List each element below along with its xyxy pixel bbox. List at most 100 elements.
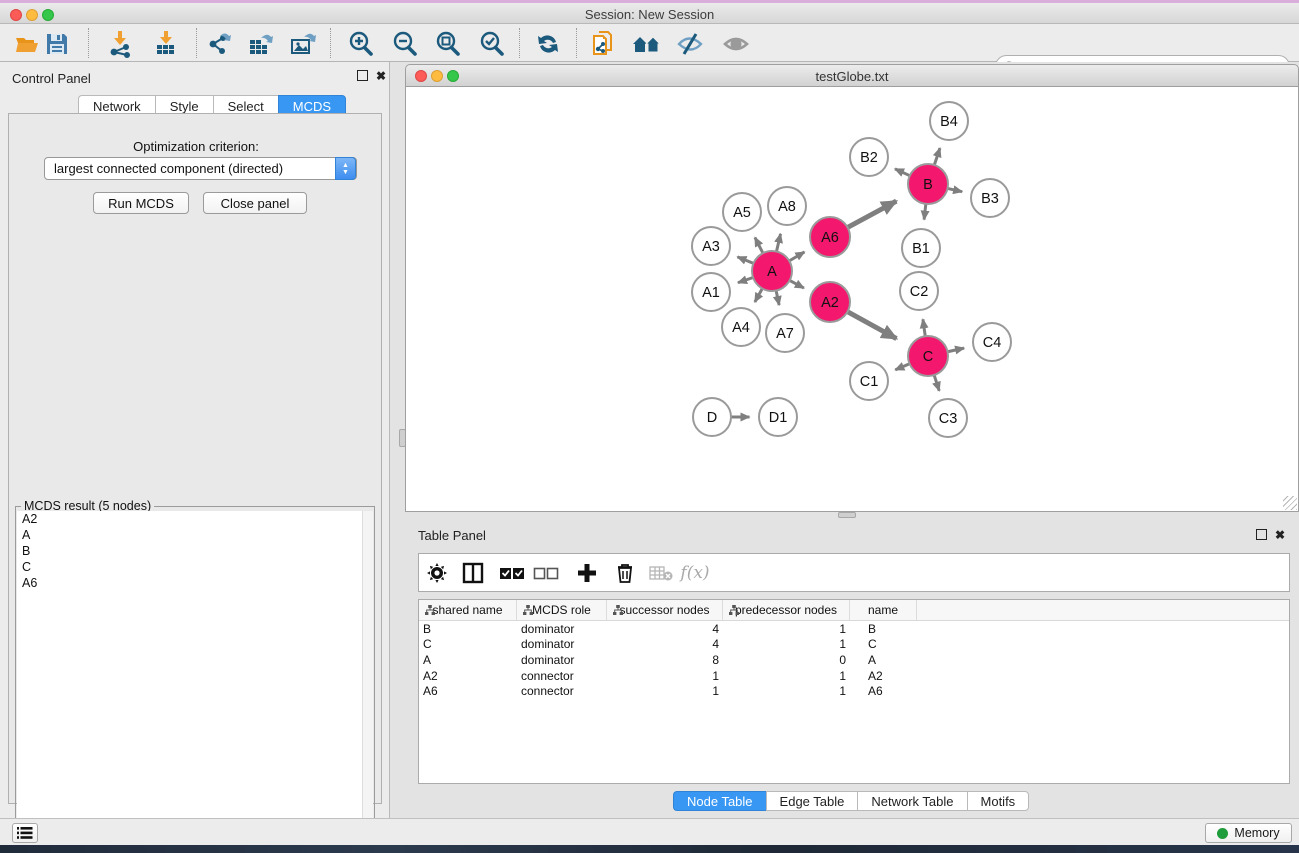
close-panel-button[interactable]: Close panel	[203, 192, 307, 214]
edge-A-A5[interactable]	[755, 237, 763, 253]
cell-shared-name[interactable]: C	[419, 637, 517, 653]
cell-MCDS-role[interactable]: dominator	[517, 652, 607, 668]
export-image-icon[interactable]	[288, 29, 318, 59]
open-file-icon[interactable]	[12, 29, 42, 59]
edge-B-B1[interactable]	[924, 204, 926, 220]
column-header-shared-name[interactable]: shared name	[419, 600, 517, 620]
edge-A6-B[interactable]	[848, 201, 897, 227]
zoom-fit-icon[interactable]	[433, 29, 463, 59]
float-panel-icon[interactable]	[1256, 529, 1267, 540]
optimization-criterion-select[interactable]: largest connected component (directed) ▲…	[44, 157, 357, 180]
resize-grip-icon[interactable]	[1283, 496, 1297, 510]
show-all-icon[interactable]	[721, 29, 751, 59]
cell-MCDS-role[interactable]: dominator	[517, 621, 607, 637]
task-history-button[interactable]	[12, 823, 38, 843]
edge-B-B4[interactable]	[934, 148, 940, 165]
mcds-result-list[interactable]: A2ABCA6	[17, 511, 373, 836]
edge-A2-C[interactable]	[848, 312, 897, 339]
edge-C-C4[interactable]	[948, 348, 965, 352]
edge-A-A1[interactable]	[738, 278, 753, 283]
close-panel-icon[interactable]: ✖	[1275, 528, 1285, 542]
save-session-icon[interactable]	[42, 29, 72, 59]
mcds-result-item[interactable]: A6	[17, 575, 373, 591]
edge-A-A4[interactable]	[755, 288, 762, 301]
edge-A-A7[interactable]	[776, 291, 779, 305]
cell-shared-name[interactable]: A2	[419, 668, 517, 684]
edge-B-B2[interactable]	[895, 169, 910, 176]
zoom-out-icon[interactable]	[390, 29, 420, 59]
edge-A-A3[interactable]	[737, 257, 753, 264]
refresh-icon[interactable]	[533, 29, 563, 59]
edge-A-A2[interactable]	[790, 280, 804, 288]
memory-button[interactable]: Memory	[1205, 823, 1292, 843]
cell-successor-nodes[interactable]: 1	[607, 683, 723, 699]
delete-column-icon[interactable]	[611, 559, 639, 587]
zoom-selected-icon[interactable]	[477, 29, 507, 59]
cell-name[interactable]: B	[850, 621, 917, 637]
cell-MCDS-role[interactable]: connector	[517, 683, 607, 699]
cell-successor-nodes[interactable]: 4	[607, 621, 723, 637]
zoom-in-icon[interactable]	[346, 29, 376, 59]
cell-successor-nodes[interactable]: 1	[607, 668, 723, 684]
table-row[interactable]: Bdominator41B	[419, 621, 1289, 637]
cell-shared-name[interactable]: B	[419, 621, 517, 637]
scrollbar[interactable]	[362, 511, 373, 836]
export-table-icon[interactable]	[246, 29, 276, 59]
panel-divider-handle[interactable]	[838, 512, 856, 518]
cell-MCDS-role[interactable]: connector	[517, 668, 607, 684]
clone-network-icon[interactable]	[589, 29, 619, 59]
node-table[interactable]: shared nameMCDS rolesuccessor nodesprede…	[418, 599, 1290, 784]
edge-C-C2[interactable]	[923, 319, 925, 336]
cell-MCDS-role[interactable]: dominator	[517, 637, 607, 653]
add-column-icon[interactable]	[573, 559, 601, 587]
network-window-titlebar[interactable]: testGlobe.txt	[405, 64, 1299, 87]
export-network-icon[interactable]	[204, 29, 234, 59]
table-row[interactable]: Adominator80A	[419, 652, 1289, 668]
cell-name[interactable]: A	[850, 652, 917, 668]
cell-name[interactable]: A2	[850, 668, 917, 684]
settings-gear-icon[interactable]	[423, 559, 451, 587]
edge-C-C1[interactable]	[895, 364, 909, 370]
edge-B-B3[interactable]	[948, 188, 963, 191]
cell-name[interactable]: C	[850, 637, 917, 653]
cell-successor-nodes[interactable]: 4	[607, 637, 723, 653]
run-mcds-button[interactable]: Run MCDS	[93, 192, 189, 214]
mcds-result-item[interactable]: A	[17, 527, 373, 543]
cell-successor-nodes[interactable]: 8	[607, 652, 723, 668]
first-neighbors-icon[interactable]	[632, 29, 662, 59]
deselect-all-icon[interactable]	[532, 559, 560, 587]
cell-name[interactable]: A6	[850, 683, 917, 699]
edge-A-A6[interactable]	[789, 252, 804, 261]
tab-motifs[interactable]: Motifs	[967, 791, 1030, 811]
import-table-icon[interactable]	[151, 29, 181, 59]
mcds-result-item[interactable]: B	[17, 543, 373, 559]
tab-edge-table[interactable]: Edge Table	[766, 791, 858, 811]
column-header-name[interactable]: name	[850, 600, 917, 620]
cell-predecessor-nodes[interactable]: 0	[723, 652, 850, 668]
edge-C-C3[interactable]	[934, 375, 939, 391]
cell-predecessor-nodes[interactable]: 1	[723, 637, 850, 653]
cell-shared-name[interactable]: A6	[419, 683, 517, 699]
cell-predecessor-nodes[interactable]: 1	[723, 668, 850, 684]
table-row[interactable]: A6connector11A6	[419, 683, 1289, 699]
network-canvas[interactable]: AA6A2BCA5A8A3A1A4A7B2B4B3B1C2C4C1C3DD1	[405, 87, 1299, 512]
import-network-icon[interactable]	[105, 29, 135, 59]
tab-network-table[interactable]: Network Table	[857, 791, 966, 811]
mcds-result-item[interactable]: C	[17, 559, 373, 575]
close-panel-icon[interactable]: ✖	[376, 69, 386, 83]
mcds-result-item[interactable]: A2	[17, 511, 373, 527]
table-row[interactable]: A2connector11A2	[419, 668, 1289, 684]
column-header-MCDS-role[interactable]: MCDS role	[517, 600, 607, 620]
float-panel-icon[interactable]	[357, 70, 368, 81]
select-all-icon[interactable]	[498, 559, 526, 587]
show-columns-icon[interactable]	[459, 559, 487, 587]
edge-A-A8[interactable]	[776, 234, 780, 252]
table-row[interactable]: Cdominator41C	[419, 637, 1289, 653]
column-header-successor-nodes[interactable]: successor nodes	[607, 600, 723, 620]
cell-predecessor-nodes[interactable]: 1	[723, 683, 850, 699]
cell-shared-name[interactable]: A	[419, 652, 517, 668]
hide-selected-icon[interactable]	[675, 29, 705, 59]
column-header-predecessor-nodes[interactable]: predecessor nodes	[723, 600, 850, 620]
cell-predecessor-nodes[interactable]: 1	[723, 621, 850, 637]
tab-node-table[interactable]: Node Table	[673, 791, 766, 811]
